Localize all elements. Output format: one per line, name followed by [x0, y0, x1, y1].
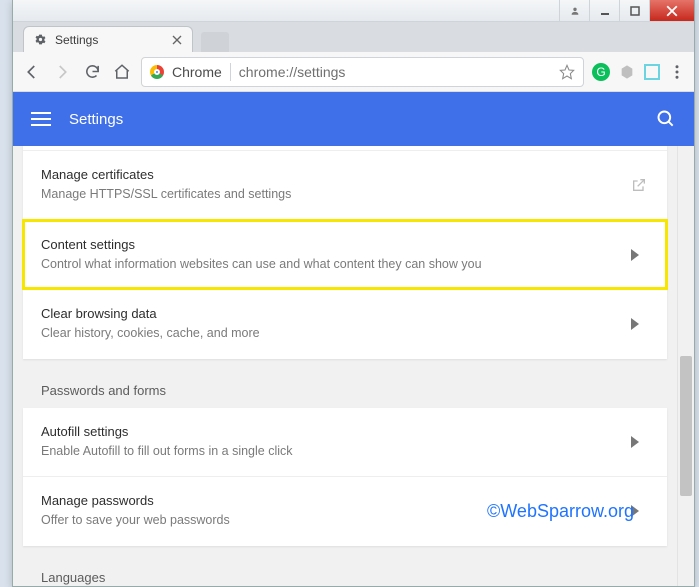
- search-icon[interactable]: [656, 109, 676, 129]
- omnibox-separator: [230, 63, 231, 81]
- section-languages-label: Languages: [23, 548, 667, 587]
- address-bar[interactable]: Chrome chrome://settings: [141, 57, 584, 87]
- settings-header: Settings: [13, 92, 694, 146]
- bookmark-star-icon[interactable]: [559, 64, 575, 80]
- tab-title: Settings: [55, 33, 98, 47]
- row-title: Manage certificates: [41, 167, 619, 182]
- secure-label: Chrome: [172, 64, 222, 80]
- back-button[interactable]: [21, 61, 43, 83]
- extension-green-icon[interactable]: G: [592, 63, 610, 81]
- chevron-right-icon: [631, 249, 649, 261]
- row-title: Autofill settings: [41, 424, 619, 439]
- chrome-logo-icon: [150, 65, 164, 79]
- row-autofill-settings[interactable]: Autofill settings Enable Autofill to fil…: [23, 408, 667, 477]
- extension-square-icon[interactable]: [644, 64, 660, 80]
- row-desc: Manage HTTPS/SSL certificates and settin…: [41, 186, 619, 204]
- chevron-right-icon: [631, 436, 649, 448]
- os-minimize-button[interactable]: [589, 0, 619, 21]
- row-desc: Clear history, cookies, cache, and more: [41, 325, 619, 343]
- row-desc: Control what information websites can us…: [41, 256, 619, 274]
- row-manage-certificates[interactable]: Manage certificates Manage HTTPS/SSL cer…: [23, 150, 667, 220]
- row-desc: Enable Autofill to fill out forms in a s…: [41, 443, 619, 461]
- tab-strip: Settings: [13, 22, 694, 52]
- settings-title: Settings: [69, 111, 123, 128]
- reload-button[interactable]: [81, 61, 103, 83]
- tab-close-icon[interactable]: [172, 35, 182, 45]
- scrollbar-thumb[interactable]: [680, 356, 692, 496]
- os-maximize-button[interactable]: [619, 0, 649, 21]
- os-user-button[interactable]: [559, 0, 589, 21]
- menu-icon[interactable]: [31, 112, 51, 126]
- scrollbar[interactable]: [677, 146, 694, 586]
- forward-button: [51, 61, 73, 83]
- chevron-right-icon: [631, 318, 649, 330]
- url-text: chrome://settings: [239, 64, 346, 80]
- browser-window: Settings Chrome chrome://settings G: [12, 0, 695, 587]
- gear-icon: [34, 33, 47, 46]
- external-link-icon: [631, 177, 649, 193]
- row-content-settings[interactable]: Content settings Control what informatio…: [23, 220, 667, 290]
- home-button[interactable]: [111, 61, 133, 83]
- browser-toolbar: Chrome chrome://settings G: [13, 52, 694, 92]
- os-titlebar: [13, 0, 694, 22]
- section-passwords-label: Passwords and forms: [23, 361, 667, 408]
- row-title: Clear browsing data: [41, 306, 619, 321]
- extension-grey-icon[interactable]: [618, 63, 636, 81]
- watermark: ©WebSparrow.org: [487, 501, 634, 522]
- tab-settings[interactable]: Settings: [23, 26, 193, 52]
- row-title: Content settings: [41, 237, 619, 252]
- browser-menu-button[interactable]: [668, 63, 686, 81]
- os-close-button[interactable]: [649, 0, 694, 21]
- new-tab-button[interactable]: [201, 32, 229, 52]
- row-clear-browsing-data[interactable]: Clear browsing data Clear history, cooki…: [23, 289, 667, 359]
